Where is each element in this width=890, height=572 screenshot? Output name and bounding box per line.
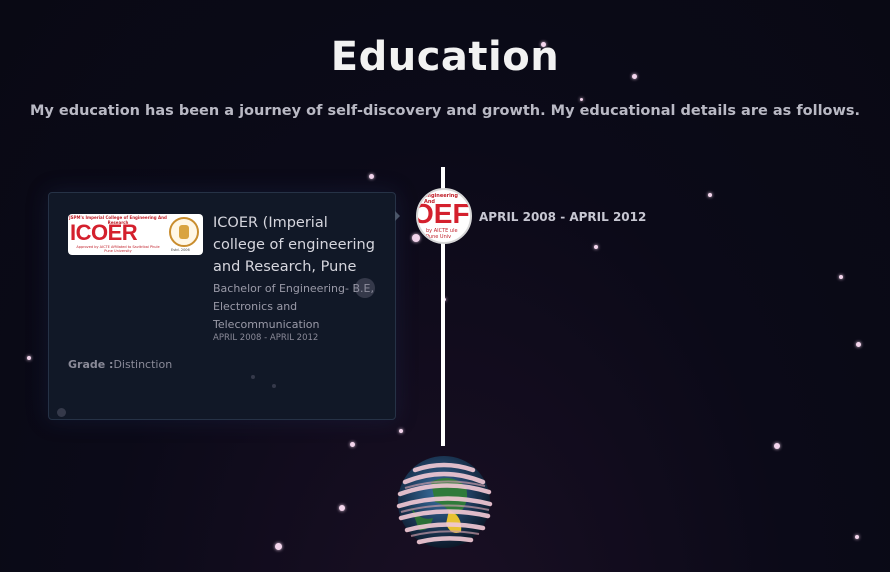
star (856, 342, 861, 347)
grade-value: Distinction (113, 358, 173, 371)
decor-bubble (57, 408, 66, 417)
star (708, 193, 712, 197)
section-subtitle: My education has been a journey of self-… (29, 103, 861, 119)
globe-icon (396, 456, 493, 548)
star (580, 98, 583, 101)
node-bottom-text: by AICTE ule Pune Univ (426, 228, 458, 240)
star (275, 543, 282, 550)
logo-estd-text: Estd. 2006 (171, 248, 190, 252)
logo-main-text: ICOER (70, 220, 138, 245)
institution-name: ICOER (Imperial college of engineering a… (213, 215, 375, 275)
timeline-date: APRIL 2008 - APRIL 2012 (479, 210, 647, 224)
card-date: APRIL 2008 - APRIL 2012 (213, 333, 319, 343)
timeline-node-logo: Engineering And OEF by AICTE ule Pune Un… (416, 188, 472, 244)
degree-text: Bachelor of Engineering- B.E, Electronic… (213, 282, 374, 331)
grade-label: Grade : (68, 358, 114, 371)
star (855, 535, 859, 539)
star (839, 275, 843, 279)
logo-bottom-text: Approved by AICTE Affiliated to Savitrib… (76, 245, 160, 253)
card-pointer-arrow (395, 211, 400, 221)
decor-bubble (251, 375, 255, 379)
star (412, 234, 420, 242)
institution-logo: JSPM's Imperial College of Engineering A… (68, 214, 203, 255)
education-section: Education My education has been a journe… (0, 0, 890, 572)
decor-bubble (355, 278, 375, 298)
star (399, 429, 403, 433)
star (369, 174, 374, 179)
star (350, 442, 355, 447)
node-main-text: OEF (416, 198, 470, 229)
grade-line: Grade :Distinction (68, 358, 172, 371)
star (774, 443, 780, 449)
star (27, 356, 31, 360)
star (594, 245, 598, 249)
college-seal-icon (169, 217, 199, 247)
decor-bubble (272, 384, 276, 388)
section-title: Education (330, 34, 560, 80)
star (339, 505, 345, 511)
